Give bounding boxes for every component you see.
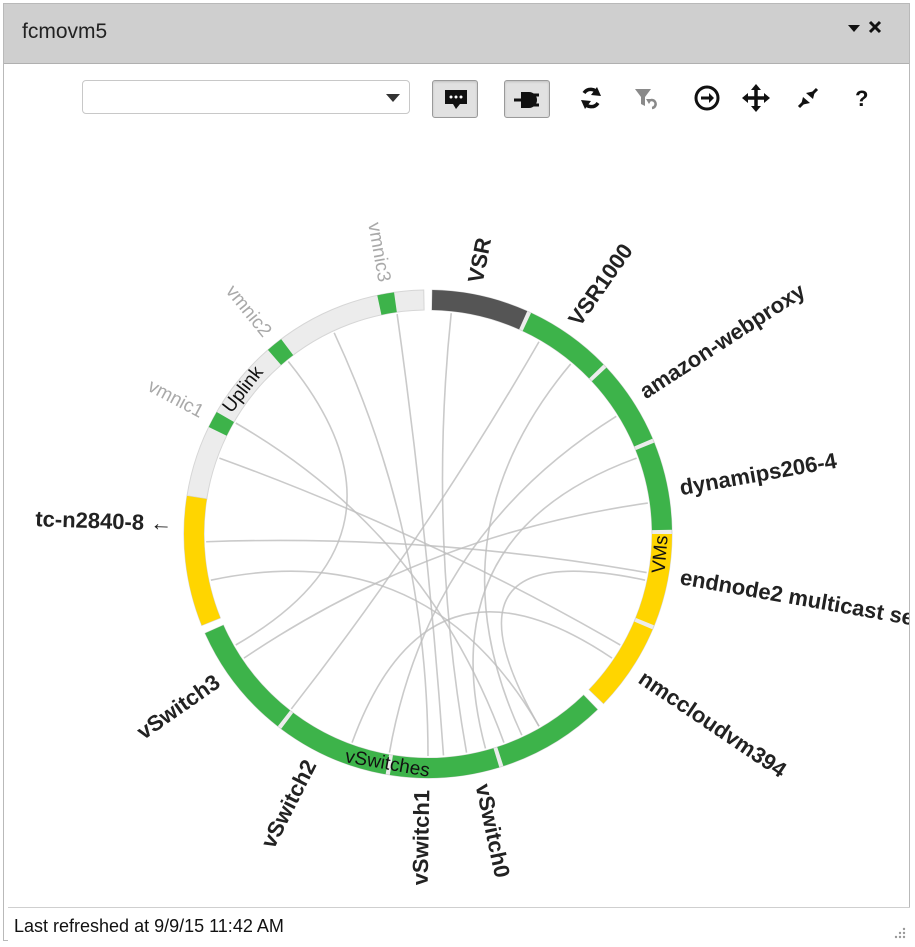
node-label-vmnic1: vmnic1 xyxy=(144,376,207,423)
chord-3 xyxy=(441,313,468,753)
filter-select[interactable] xyxy=(82,80,410,114)
node-label-vmnic3: vmnic3 xyxy=(363,221,394,284)
node-arc-vsr1000 xyxy=(522,312,604,379)
refresh-icon[interactable] xyxy=(576,82,606,114)
node-label-vsr1000: VSR1000 xyxy=(563,239,638,330)
chord-4 xyxy=(290,341,540,710)
svg-text:?: ? xyxy=(855,86,868,111)
node-label-dynamips206-4: dynamips206-4 xyxy=(678,448,840,500)
center-icon[interactable] xyxy=(692,82,722,114)
node-label-vmnic2: vmnic2 xyxy=(221,281,275,341)
window-menu-icon[interactable] xyxy=(847,18,861,41)
node-arc-vswitch0 xyxy=(497,695,598,767)
node-label-vswitch3: vSwitch3 xyxy=(132,669,224,744)
message-icon xyxy=(445,90,467,109)
resize-grip-icon[interactable] xyxy=(892,926,906,940)
close-icon[interactable] xyxy=(867,18,883,41)
chord-1 xyxy=(235,360,348,646)
chevron-down-icon xyxy=(386,94,400,102)
group-label-uplink: Uplink xyxy=(219,362,268,417)
node-arc-dynamips206-4 xyxy=(635,442,672,531)
plug-icon xyxy=(514,92,539,108)
window-title: fcmovm5 xyxy=(22,20,108,43)
group-label-vswitches: vSwitches xyxy=(344,746,432,782)
chord-diagram: vmnic1 vmnic2 vmnic3 Uplink VSR VSR1000amazon… xyxy=(35,221,909,886)
node-arc-tc-n2840-8 xyxy=(183,495,221,626)
collapse-icon[interactable] xyxy=(793,82,823,114)
topology-window: fcmovm5 ? vmnic1 vmnic2 vmnic3 Uplink VS… xyxy=(3,3,910,943)
tooltip-toggle-button[interactable] xyxy=(432,80,478,118)
chord-14 xyxy=(472,457,637,749)
node-label-vswitch1: vSwitch1 xyxy=(408,790,435,886)
node-label-endnode2-multicast-se: endnode2 multicast se xyxy=(678,564,909,630)
node-label-nmccloudvm394: nmccloudvm394 xyxy=(634,665,792,783)
node-label-amazon-webproxy: amazon-webproxy xyxy=(635,278,810,404)
node-label-vsr: VSR xyxy=(463,235,496,284)
connection-toggle-button[interactable] xyxy=(504,80,550,118)
node-label-vswitch0: vSwitch0 xyxy=(471,781,515,879)
last-refreshed-text: Last refreshed at 9/9/15 11:42 AM xyxy=(14,916,284,936)
help-icon[interactable]: ? xyxy=(847,82,877,114)
node-label-vswitch2: vSwitch2 xyxy=(256,756,322,852)
filter-reset-icon[interactable] xyxy=(631,82,661,114)
node-arc-vsr xyxy=(431,290,528,330)
status-bar: Last refreshed at 9/9/15 11:42 AM xyxy=(8,907,910,943)
group-ring-uplink xyxy=(186,289,425,500)
group-label-vms: VMs xyxy=(649,535,673,575)
pan-icon[interactable] xyxy=(741,82,771,114)
chord-13 xyxy=(483,363,572,736)
node-label-tc-n2840-8: tc-n2840-8 ← xyxy=(35,506,173,536)
chord-11 xyxy=(219,457,621,646)
window-titlebar: fcmovm5 xyxy=(4,4,909,64)
node-arc-vswitch3 xyxy=(205,625,291,727)
